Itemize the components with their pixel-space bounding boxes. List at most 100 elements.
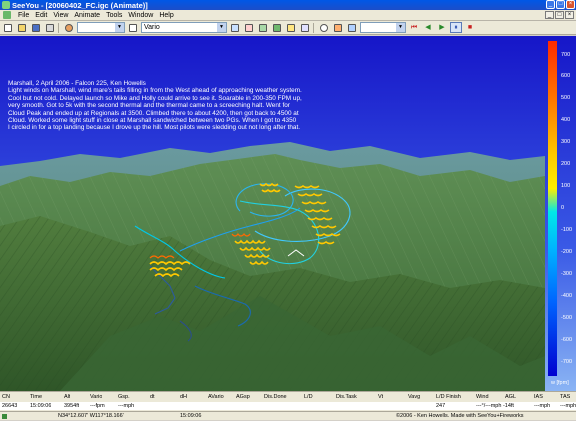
map-icon: [259, 23, 267, 32]
menu-edit[interactable]: Edit: [32, 12, 50, 19]
legend-tick: -300: [561, 271, 573, 277]
legend-tick: -200: [561, 249, 573, 255]
pilot-select[interactable]: ▼: [77, 22, 125, 33]
toolbar-separator: [313, 22, 314, 33]
task-icon: [129, 23, 137, 32]
grid-cell-ias: ---mph: [534, 403, 551, 409]
grid-header: AGL: [505, 394, 517, 400]
save-button[interactable]: [30, 22, 42, 33]
grid-header: Dis.Done: [264, 394, 287, 400]
barogram-icon: [245, 23, 253, 32]
toolbar: ▼ Vario ▼ ▼ ⏮ ◀ ▶ ⏸ ■: [0, 21, 576, 35]
chevron-down-icon: ▼: [396, 23, 405, 32]
document-minimize-button[interactable]: _: [545, 11, 554, 19]
grid-header: AVario: [208, 394, 224, 400]
print-button[interactable]: [44, 22, 56, 33]
menu-help[interactable]: Help: [156, 12, 176, 19]
legend-tick: 500: [561, 95, 571, 101]
legend-tick: -100: [561, 227, 573, 233]
statistics-icon: [301, 23, 309, 32]
grid-cell-gsp: ---mph: [118, 403, 135, 409]
minimize-button[interactable]: _: [546, 0, 555, 9]
grid-cell-ld-finish: 247: [436, 403, 446, 409]
optimize-icon: [320, 23, 328, 32]
legend-tick: -500: [561, 315, 573, 321]
pilot-icon: [65, 23, 73, 32]
document-restore-button[interactable]: □: [555, 11, 564, 19]
terrain-icon: [273, 23, 281, 32]
legend-tick: 400: [561, 117, 571, 123]
grid-data-row: 26643 15:09:06 3954ft ---fpm ---mph 247 …: [0, 402, 576, 410]
legend-tick: 700: [561, 52, 571, 58]
grid-cell-time: 15:09:06: [30, 403, 52, 409]
pilot-button[interactable]: [63, 22, 75, 33]
grid-header: L/D Finish: [436, 394, 461, 400]
grid-cell-cn: 26643: [2, 403, 18, 409]
title-bar: SeeYou - [20060402_FC.igc (Animate)] _ □…: [0, 0, 576, 10]
document-close-button[interactable]: ×: [565, 11, 574, 19]
menu-view[interactable]: View: [50, 12, 71, 19]
statistics-button[interactable]: [299, 22, 311, 33]
map-2d-button[interactable]: [257, 22, 269, 33]
grid-header: Dis.Task: [336, 394, 357, 400]
menu-animate[interactable]: Animate: [71, 12, 103, 19]
stop-icon: ■: [467, 24, 473, 31]
chevron-down-icon: ▼: [217, 23, 226, 32]
view-3d-button[interactable]: [271, 22, 283, 33]
legend-tick: -700: [561, 359, 573, 365]
new-file-button[interactable]: [2, 22, 14, 33]
status-bar: N34°12.607' W117°18.166' 15:09:06 ©2006 …: [0, 411, 576, 420]
document-controls: _ □ ×: [545, 11, 574, 19]
flight-info-button[interactable]: [229, 22, 241, 33]
grid-header: dt: [150, 394, 155, 400]
chevron-down-icon: ▼: [115, 23, 124, 32]
play-button[interactable]: ▶: [436, 22, 448, 33]
grid-header: Gsp.: [118, 394, 130, 400]
menu-file[interactable]: File: [15, 12, 32, 19]
airspace-icon: [348, 23, 356, 32]
optimize-button[interactable]: [318, 22, 330, 33]
grid-cell-wind: ---°/---mph -14ft: [476, 403, 514, 409]
open-file-button[interactable]: [16, 22, 28, 33]
printer-icon: [46, 23, 54, 32]
menu-bar: File Edit View Animate Tools Window Help…: [0, 10, 576, 21]
toolbar-separator: [58, 22, 59, 33]
legend-tick: -600: [561, 337, 573, 343]
animate-icon: [287, 23, 295, 32]
animate-button[interactable]: [285, 22, 297, 33]
play-back-icon: ◀: [425, 24, 431, 31]
barogram-button[interactable]: [243, 22, 255, 33]
new-file-icon: [4, 23, 12, 32]
maximize-button[interactable]: □: [556, 0, 565, 9]
flight-description: Marshall, 2 April 2006 - Falcon 225, Ken…: [8, 80, 302, 132]
waypoint-button[interactable]: [332, 22, 344, 33]
legend-tick: -400: [561, 293, 573, 299]
disk-icon: [32, 23, 40, 32]
document-icon[interactable]: [3, 11, 11, 19]
task-button[interactable]: [127, 22, 139, 33]
grid-header: TAS: [560, 394, 571, 400]
skip-back-icon: ⏮: [410, 24, 418, 31]
legend-tick: 200: [561, 161, 571, 167]
stop-button[interactable]: ■: [464, 22, 476, 33]
legend-tick: 300: [561, 139, 571, 145]
close-button[interactable]: ×: [566, 0, 575, 9]
grid-cell-vario: ---fpm: [90, 403, 105, 409]
grid-header: CN: [2, 394, 10, 400]
grid-cell-tas: ---mph: [560, 403, 576, 409]
3d-flight-view[interactable]: Marshall, 2 April 2006 - Falcon 225, Ken…: [0, 36, 576, 391]
playback-speed-select[interactable]: ▼: [360, 22, 406, 33]
menu-tools[interactable]: Tools: [103, 12, 125, 19]
gps-icon: [2, 414, 7, 419]
vario-color-scale: [548, 41, 557, 376]
play-backward-button[interactable]: ◀: [422, 22, 434, 33]
menu-window[interactable]: Window: [125, 12, 156, 19]
airspace-button[interactable]: [346, 22, 358, 33]
seeyou-app-icon[interactable]: [2, 1, 10, 9]
rewind-button[interactable]: ⏮: [408, 22, 420, 33]
flight-info-icon: [231, 23, 239, 32]
display-mode-select[interactable]: Vario ▼: [141, 22, 227, 33]
legend-tick: 100: [561, 183, 571, 189]
display-mode-value: Vario: [144, 24, 160, 31]
pause-button[interactable]: ⏸: [450, 22, 462, 33]
